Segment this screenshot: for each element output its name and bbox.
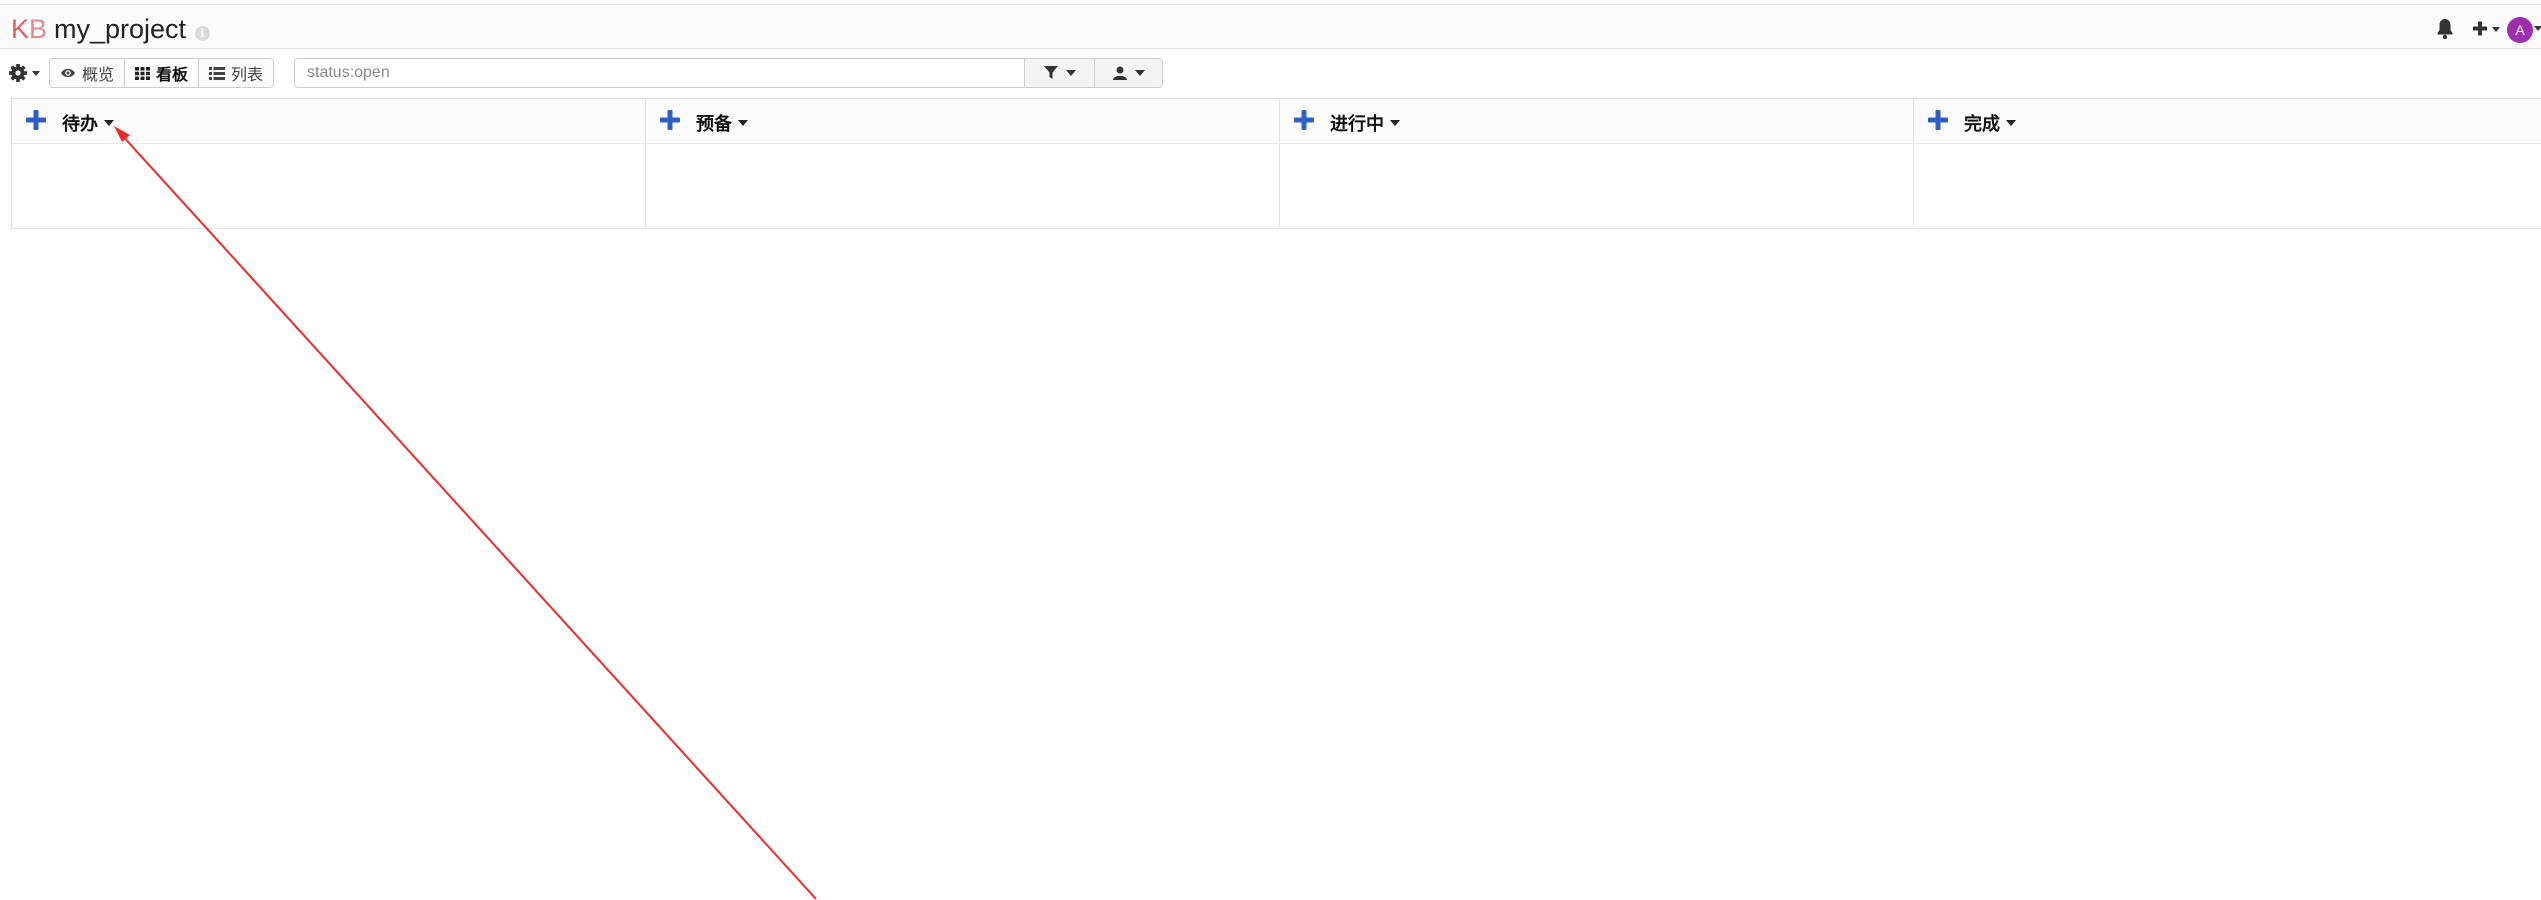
column-title: 待办: [62, 114, 98, 135]
avatar[interactable]: A: [2507, 17, 2533, 43]
grid-icon: [135, 66, 151, 80]
column-title-dropdown[interactable]: 预备: [696, 110, 748, 136]
board-column-in-progress: 进行中: [1280, 99, 1914, 229]
column-title-dropdown[interactable]: 完成: [1964, 110, 2016, 136]
column-title-dropdown[interactable]: 进行中: [1330, 110, 1400, 136]
gear-icon[interactable]: [9, 61, 43, 85]
column-title: 进行中: [1330, 114, 1384, 135]
view-board-label: 看板: [156, 67, 189, 84]
top-header: KB my_project i A: [0, 4, 2541, 49]
caret-down-icon: [104, 120, 114, 126]
user-icon: [1112, 66, 1127, 80]
column-header: 完成: [1914, 99, 2541, 144]
view-list-label: 列表: [231, 67, 264, 84]
info-icon[interactable]: i: [195, 26, 210, 41]
column-title-dropdown[interactable]: 待办: [62, 110, 114, 136]
logo-letter-k: K: [11, 14, 30, 44]
column-header: 进行中: [1280, 99, 1913, 144]
user-filter-dropdown-button[interactable]: [1094, 59, 1162, 87]
project-title[interactable]: my_project: [54, 14, 186, 44]
logo-letter-b: B: [29, 14, 48, 44]
caret-down-icon: [1065, 70, 1076, 76]
caret-down-icon: [2006, 120, 2016, 126]
search-box: [294, 58, 1163, 88]
column-header: 预备: [646, 99, 1279, 144]
column-title: 预备: [696, 114, 732, 135]
view-board-button[interactable]: 看板: [125, 59, 200, 87]
caret-down-icon: [1134, 70, 1145, 76]
caret-down-icon: [738, 120, 748, 126]
filter-dropdown-button[interactable]: [1024, 59, 1094, 87]
add-task-icon[interactable]: [1928, 110, 1948, 130]
view-list-button[interactable]: 列表: [199, 59, 274, 87]
list-icon: [209, 66, 226, 80]
plus-icon[interactable]: [2467, 17, 2505, 41]
search-input[interactable]: [295, 59, 1024, 87]
add-task-icon[interactable]: [1294, 110, 1314, 130]
column-title: 完成: [1964, 114, 2000, 135]
app-logo[interactable]: KB: [11, 14, 47, 44]
board-column-todo: 待办: [12, 99, 646, 229]
toolbar: 概览 看板 列表: [0, 56, 2541, 90]
bell-icon[interactable]: [2435, 17, 2455, 41]
filter-icon: [1043, 66, 1058, 79]
eye-icon: [61, 68, 75, 78]
caret-down-icon: [1390, 120, 1400, 126]
caret-down-icon[interactable]: [2534, 25, 2541, 33]
add-task-icon[interactable]: [660, 110, 680, 130]
add-task-icon[interactable]: [26, 110, 46, 130]
board-column-ready: 预备: [646, 99, 1280, 229]
view-overview-label: 概览: [82, 67, 115, 84]
view-overview-button[interactable]: 概览: [50, 59, 126, 87]
kanban-board: 待办 预备 进行中 完成: [11, 98, 2541, 229]
view-switcher: 概览 看板 列表: [49, 58, 275, 88]
board-column-done: 完成: [1914, 99, 2541, 229]
column-header: 待办: [12, 99, 645, 144]
